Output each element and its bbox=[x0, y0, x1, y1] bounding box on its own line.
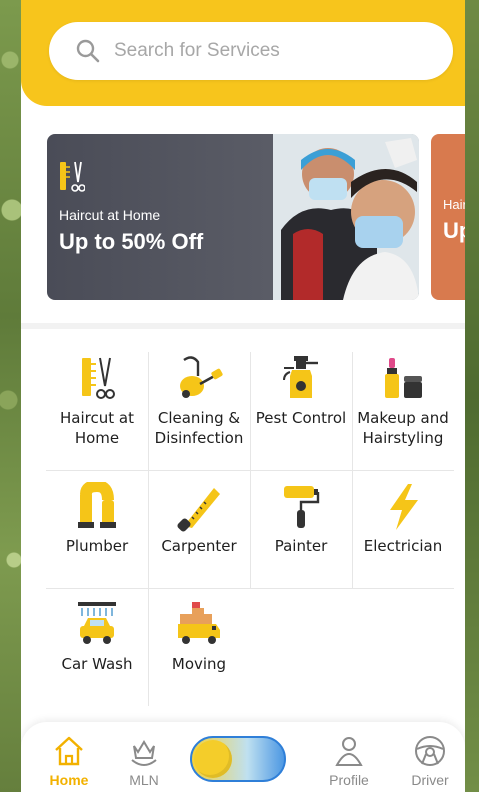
nav-mln[interactable]: MLN bbox=[109, 734, 179, 788]
saw-icon bbox=[177, 488, 220, 532]
background-right bbox=[465, 0, 479, 792]
nav-home[interactable]: Home bbox=[34, 734, 104, 788]
service-plumber[interactable]: Plumber bbox=[46, 480, 148, 598]
service-label: Moving bbox=[171, 655, 227, 673]
search-bar[interactable]: Search for Services bbox=[49, 22, 453, 80]
toggle-knob bbox=[194, 740, 232, 778]
banner-title: Up to 50% Off bbox=[59, 229, 204, 254]
banner-subtitle: Haircut at Home bbox=[59, 207, 161, 223]
home-icon bbox=[55, 736, 83, 766]
haircut-icon bbox=[60, 161, 85, 192]
haircut-icon bbox=[82, 357, 115, 399]
vacuum-icon bbox=[180, 356, 223, 398]
service-label: Painter bbox=[274, 537, 328, 555]
paint-roller-icon bbox=[284, 486, 320, 528]
service-label: Cleaning & Disinfection bbox=[154, 409, 244, 447]
nav-label: Driver bbox=[411, 772, 449, 788]
nav-driver[interactable]: Driver bbox=[395, 734, 465, 788]
section-divider bbox=[21, 323, 465, 329]
mode-toggle[interactable] bbox=[190, 736, 286, 782]
service-label: Electrician bbox=[363, 537, 443, 555]
service-label: Carpenter bbox=[161, 537, 237, 555]
service-haircut[interactable]: Haircut at Home bbox=[46, 352, 148, 470]
truck-icon bbox=[178, 602, 220, 644]
profile-icon bbox=[335, 737, 363, 766]
service-label: Haircut at Home bbox=[60, 409, 134, 447]
steering-wheel-icon bbox=[415, 736, 445, 766]
spray-icon bbox=[283, 356, 318, 398]
search-icon bbox=[76, 39, 100, 63]
search-input[interactable]: Search for Services bbox=[114, 40, 280, 62]
pipe-icon bbox=[78, 482, 116, 528]
service-car-wash[interactable]: Car Wash bbox=[46, 598, 148, 716]
banner-subtitle: Hairc bbox=[443, 197, 465, 212]
service-label: Car Wash bbox=[61, 655, 133, 673]
service-makeup[interactable]: Makeup and Hairstyling bbox=[352, 352, 454, 470]
service-pest-control[interactable]: Pest Control bbox=[250, 352, 352, 470]
makeup-icon bbox=[385, 358, 422, 398]
promo-banner-next[interactable]: Hairc Up bbox=[431, 134, 465, 300]
bottom-nav: Home MLN Profile Driver bbox=[21, 722, 465, 792]
car-wash-icon bbox=[78, 602, 116, 644]
service-label: Pest Control bbox=[255, 409, 347, 427]
header: Search for Services bbox=[21, 0, 465, 106]
promo-banner[interactable]: Haircut at Home Up to 50% Off bbox=[47, 134, 419, 300]
service-painter[interactable]: Painter bbox=[250, 480, 352, 598]
service-cleaning[interactable]: Cleaning & Disinfection bbox=[148, 352, 250, 470]
service-moving[interactable]: Moving bbox=[148, 598, 250, 716]
service-label: Makeup and Hairstyling bbox=[357, 409, 449, 447]
banner-title: Up bbox=[443, 218, 465, 243]
banner-photo bbox=[273, 134, 419, 300]
services-grid: Haircut at Home Cleaning & Disinfection bbox=[46, 352, 454, 706]
crown-icon bbox=[131, 740, 157, 766]
nav-label: MLN bbox=[129, 772, 159, 788]
grid-divider bbox=[46, 470, 454, 471]
nav-profile[interactable]: Profile bbox=[314, 734, 384, 788]
nav-label: Profile bbox=[329, 772, 369, 788]
nav-label: Home bbox=[49, 772, 89, 788]
app-screen: Search for Services Haircut at Home Up t… bbox=[21, 0, 465, 792]
service-carpenter[interactable]: Carpenter bbox=[148, 480, 250, 598]
lightning-icon bbox=[390, 484, 418, 530]
service-electrician[interactable]: Electrician bbox=[352, 480, 454, 598]
service-label: Plumber bbox=[65, 537, 129, 555]
